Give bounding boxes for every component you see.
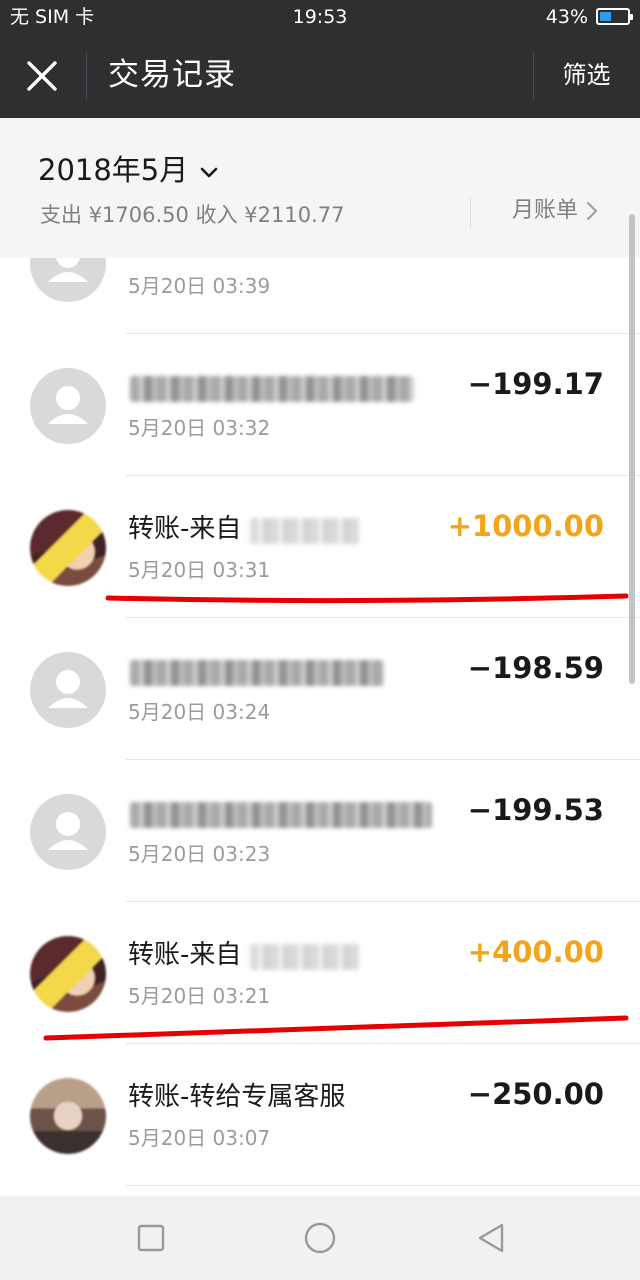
transaction-amount: −199.17	[467, 367, 604, 401]
monthly-bill-link[interactable]: 月账单	[512, 196, 598, 226]
transaction-list: 5月20日 03:39 5月20日 03:32 −199.17 转账-来自 5月…	[0, 258, 640, 1196]
scrollbar[interactable]	[629, 214, 635, 684]
person-icon	[48, 670, 88, 708]
filter-button[interactable]: 筛选	[533, 56, 640, 94]
transaction-time: 5月20日 03:21	[128, 984, 271, 1008]
page-title: 交易记录	[108, 57, 236, 93]
month-summary: 2018年5月 支出 ¥1706.50 收入 ¥2110.77 月账单	[0, 118, 640, 258]
transaction-amount: −198.59	[467, 651, 604, 685]
transaction-row[interactable]: 转账-转给专属客服 5月20日 03:07 −250.00	[0, 1044, 640, 1186]
title-divider	[86, 52, 87, 100]
avatar	[30, 510, 106, 586]
transaction-time: 5月20日 03:31	[128, 558, 271, 582]
title-bar: 交易记录 筛选	[0, 34, 640, 118]
avatar	[30, 652, 106, 728]
transaction-name: 转账-来自	[128, 514, 242, 544]
transaction-amount: +1000.00	[447, 509, 604, 543]
close-icon	[27, 61, 57, 91]
redacted-name	[130, 660, 384, 686]
income-value: ¥2110.77	[244, 203, 345, 227]
redacted-name	[250, 944, 360, 970]
redacted-name	[130, 802, 432, 828]
month-selector[interactable]: 2018年5月	[38, 150, 220, 190]
transaction-time: 5月20日 03:24	[128, 700, 271, 724]
month-label: 2018年5月	[38, 153, 189, 187]
avatar	[30, 794, 106, 870]
avatar	[30, 936, 106, 1012]
system-nav-bar	[0, 1196, 640, 1280]
expense-label: 支出	[40, 203, 82, 227]
person-icon	[48, 812, 88, 850]
transaction-row[interactable]: 转账-来自 5月20日 03:21 +400.00	[0, 902, 640, 1044]
transaction-row[interactable]: 5月20日 03:32 −199.17	[0, 334, 640, 476]
transaction-row[interactable]: 转账-来自 5月20日 03:31 +1000.00	[0, 476, 640, 618]
monthly-bill-label: 月账单	[512, 198, 579, 223]
redacted-name	[130, 376, 414, 402]
person-icon	[48, 386, 88, 424]
transaction-row[interactable]: 5月20日 03:24 −198.59	[0, 618, 640, 760]
avatar	[30, 368, 106, 444]
close-button[interactable]	[18, 52, 66, 100]
redacted-name	[250, 518, 360, 544]
summary-divider	[470, 198, 471, 228]
battery-percent: 43%	[545, 6, 588, 28]
expense-value: ¥1706.50	[88, 203, 189, 227]
status-bar: 无 SIM 卡 19:53 43%	[0, 0, 640, 34]
transaction-time: 5月20日 03:07	[128, 1126, 271, 1150]
income-label: 收入	[195, 203, 238, 227]
back-triangle-icon[interactable]	[474, 1220, 510, 1256]
clock: 19:53	[292, 6, 348, 28]
transaction-amount: +400.00	[467, 935, 604, 969]
transaction-amount: −199.53	[467, 793, 604, 827]
person-icon	[48, 258, 88, 282]
battery-icon	[596, 8, 633, 25]
avatar	[30, 1078, 106, 1154]
home-circle-icon[interactable]	[302, 1220, 338, 1256]
transaction-name: 转账-来自	[128, 940, 242, 970]
transaction-time: 5月20日 03:32	[128, 416, 271, 440]
transaction-row[interactable]: 5月20日 03:39	[0, 258, 640, 334]
transaction-row[interactable]: 5月20日 03:23 −199.53	[0, 760, 640, 902]
transaction-time: 5月20日 03:39	[128, 274, 271, 298]
avatar	[30, 258, 106, 302]
transaction-time: 5月20日 03:23	[128, 842, 271, 866]
totals-line: 支出 ¥1706.50 收入 ¥2110.77	[40, 200, 344, 230]
chevron-down-icon	[200, 167, 218, 178]
recent-square-icon[interactable]	[133, 1220, 169, 1256]
battery-fill	[600, 12, 611, 21]
transaction-name: 转账-转给专属客服	[128, 1082, 346, 1112]
chevron-right-icon	[586, 201, 598, 221]
transaction-amount: −250.00	[467, 1077, 604, 1111]
